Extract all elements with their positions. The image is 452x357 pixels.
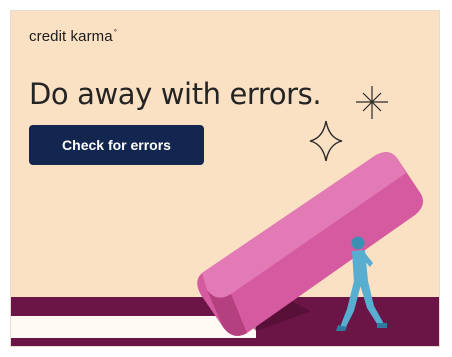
brand-name: credit karma — [29, 28, 113, 45]
floor-stripe — [11, 316, 256, 338]
credit-karma-banner-ad[interactable]: credit karma° Do away with errors. Check… — [10, 10, 440, 347]
check-for-errors-button[interactable]: Check for errors — [29, 125, 204, 165]
brand-logo: credit karma° — [29, 28, 117, 45]
brand-mark: ° — [113, 28, 118, 37]
headline: Do away with errors. — [29, 77, 322, 111]
